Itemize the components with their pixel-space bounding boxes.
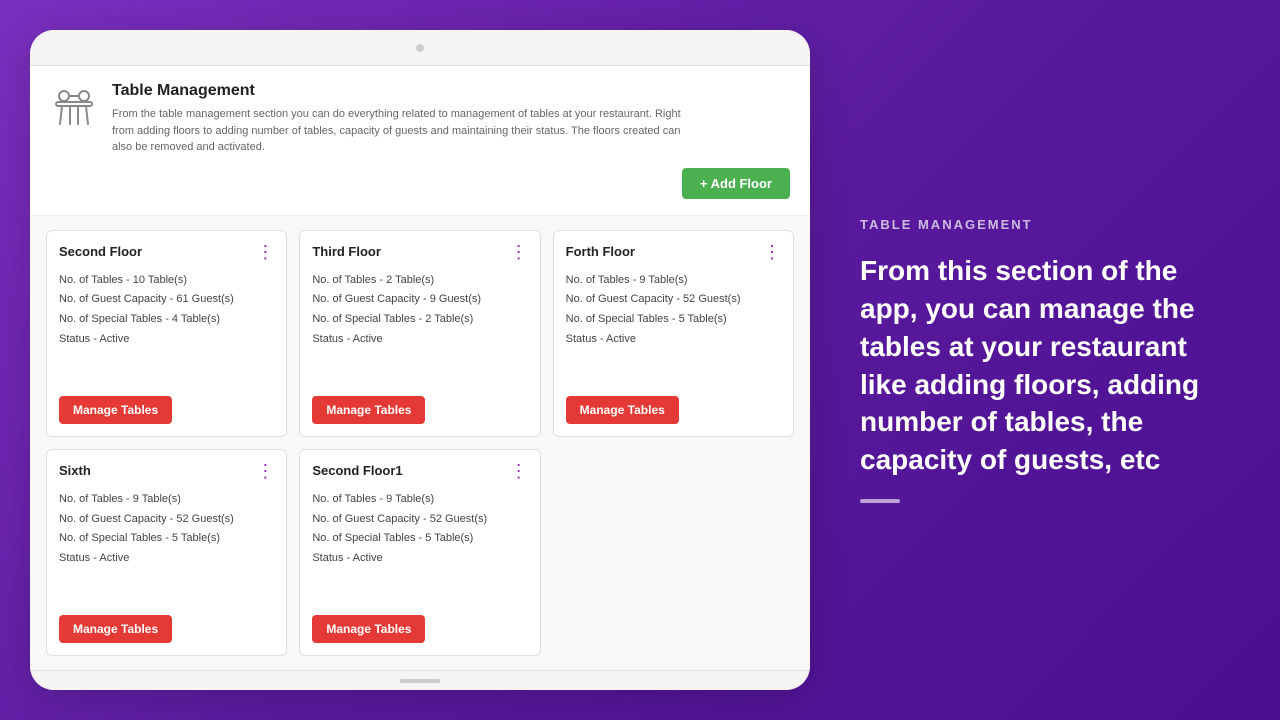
floor-info: No. of Tables - 9 Table(s) No. of Guest … — [59, 490, 274, 569]
floor-card-header: Second Floor ⋮ — [59, 243, 274, 261]
special-tables: No. of Special Tables - 5 Table(s) — [312, 529, 527, 549]
floor-card: Forth Floor ⋮ No. of Tables - 9 Table(s)… — [553, 230, 794, 437]
header-text: Table Management From the table manageme… — [112, 82, 692, 156]
header-description: From the table management section you ca… — [112, 106, 692, 156]
screen-bottom-bar — [30, 670, 810, 690]
tables-count: No. of Tables - 9 Table(s) — [312, 490, 527, 510]
floor-card-header: Third Floor ⋮ — [312, 243, 527, 261]
status: Status - Active — [59, 549, 274, 569]
special-tables: No. of Special Tables - 5 Table(s) — [566, 310, 781, 330]
manage-tables-button[interactable]: Manage Tables — [566, 396, 679, 424]
floor-card: Second Floor1 ⋮ No. of Tables - 9 Table(… — [299, 449, 540, 656]
floor-card: Sixth ⋮ No. of Tables - 9 Table(s) No. o… — [46, 449, 287, 656]
three-dots-icon[interactable]: ⋮ — [256, 243, 274, 261]
special-tables: No. of Special Tables - 5 Table(s) — [59, 529, 274, 549]
tables-count: No. of Tables - 2 Table(s) — [312, 271, 527, 291]
floor-name: Third Floor — [312, 244, 381, 259]
status: Status - Active — [59, 330, 274, 350]
left-panel: Table Management From the table manageme… — [0, 0, 840, 720]
floor-name: Sixth — [59, 463, 91, 478]
floor-grid: Second Floor ⋮ No. of Tables - 10 Table(… — [30, 216, 810, 671]
guest-capacity: No. of Guest Capacity - 52 Guest(s) — [59, 510, 274, 530]
accent-bar — [860, 499, 900, 503]
status: Status - Active — [312, 330, 527, 350]
status: Status - Active — [312, 549, 527, 569]
floor-name: Second Floor1 — [312, 463, 402, 478]
tables-count: No. of Tables - 10 Table(s) — [59, 271, 274, 291]
three-dots-icon[interactable]: ⋮ — [256, 462, 274, 480]
header-title: Table Management — [112, 82, 692, 100]
floor-info: No. of Tables - 9 Table(s) No. of Guest … — [312, 490, 527, 569]
add-floor-row: + Add Floor — [50, 168, 790, 199]
guest-capacity: No. of Guest Capacity - 61 Guest(s) — [59, 290, 274, 310]
floor-card: Second Floor ⋮ No. of Tables - 10 Table(… — [46, 230, 287, 437]
status: Status - Active — [566, 330, 781, 350]
tables-count: No. of Tables - 9 Table(s) — [566, 271, 781, 291]
floor-card-header: Second Floor1 ⋮ — [312, 462, 527, 480]
screen-dot — [416, 44, 424, 52]
guest-capacity: No. of Guest Capacity - 52 Guest(s) — [312, 510, 527, 530]
floor-name: Forth Floor — [566, 244, 635, 259]
floor-info: No. of Tables - 9 Table(s) No. of Guest … — [566, 271, 781, 350]
bottom-indicator — [400, 679, 440, 683]
section-description: From this section of the app, you can ma… — [860, 252, 1240, 479]
floor-info: No. of Tables - 2 Table(s) No. of Guest … — [312, 271, 527, 350]
manage-tables-button[interactable]: Manage Tables — [312, 615, 425, 643]
screen-top-bar — [30, 30, 810, 66]
main-container: Table Management From the table manageme… — [0, 0, 1280, 720]
guest-capacity: No. of Guest Capacity - 9 Guest(s) — [312, 290, 527, 310]
manage-tables-button[interactable]: Manage Tables — [312, 396, 425, 424]
floor-card: Third Floor ⋮ No. of Tables - 2 Table(s)… — [299, 230, 540, 437]
screen-content: Table Management From the table manageme… — [30, 66, 810, 670]
floor-info: No. of Tables - 10 Table(s) No. of Guest… — [59, 271, 274, 350]
guest-capacity: No. of Guest Capacity - 52 Guest(s) — [566, 290, 781, 310]
manage-tables-button[interactable]: Manage Tables — [59, 615, 172, 643]
three-dots-icon[interactable]: ⋮ — [510, 243, 528, 261]
three-dots-icon[interactable]: ⋮ — [510, 462, 528, 480]
screen-card: Table Management From the table manageme… — [30, 30, 810, 690]
special-tables: No. of Special Tables - 4 Table(s) — [59, 310, 274, 330]
add-floor-button[interactable]: + Add Floor — [682, 168, 790, 199]
header-section: Table Management From the table manageme… — [30, 66, 810, 216]
special-tables: No. of Special Tables - 2 Table(s) — [312, 310, 527, 330]
floor-name: Second Floor — [59, 244, 142, 259]
three-dots-icon[interactable]: ⋮ — [763, 243, 781, 261]
manage-tables-button[interactable]: Manage Tables — [59, 396, 172, 424]
floor-card-header: Sixth ⋮ — [59, 462, 274, 480]
section-label: TABLE MANAGEMENT — [860, 217, 1240, 232]
right-panel: TABLE MANAGEMENT From this section of th… — [840, 0, 1280, 720]
table-management-icon — [50, 84, 98, 132]
floor-card-header: Forth Floor ⋮ — [566, 243, 781, 261]
header-top: Table Management From the table manageme… — [50, 82, 790, 156]
tables-count: No. of Tables - 9 Table(s) — [59, 490, 274, 510]
